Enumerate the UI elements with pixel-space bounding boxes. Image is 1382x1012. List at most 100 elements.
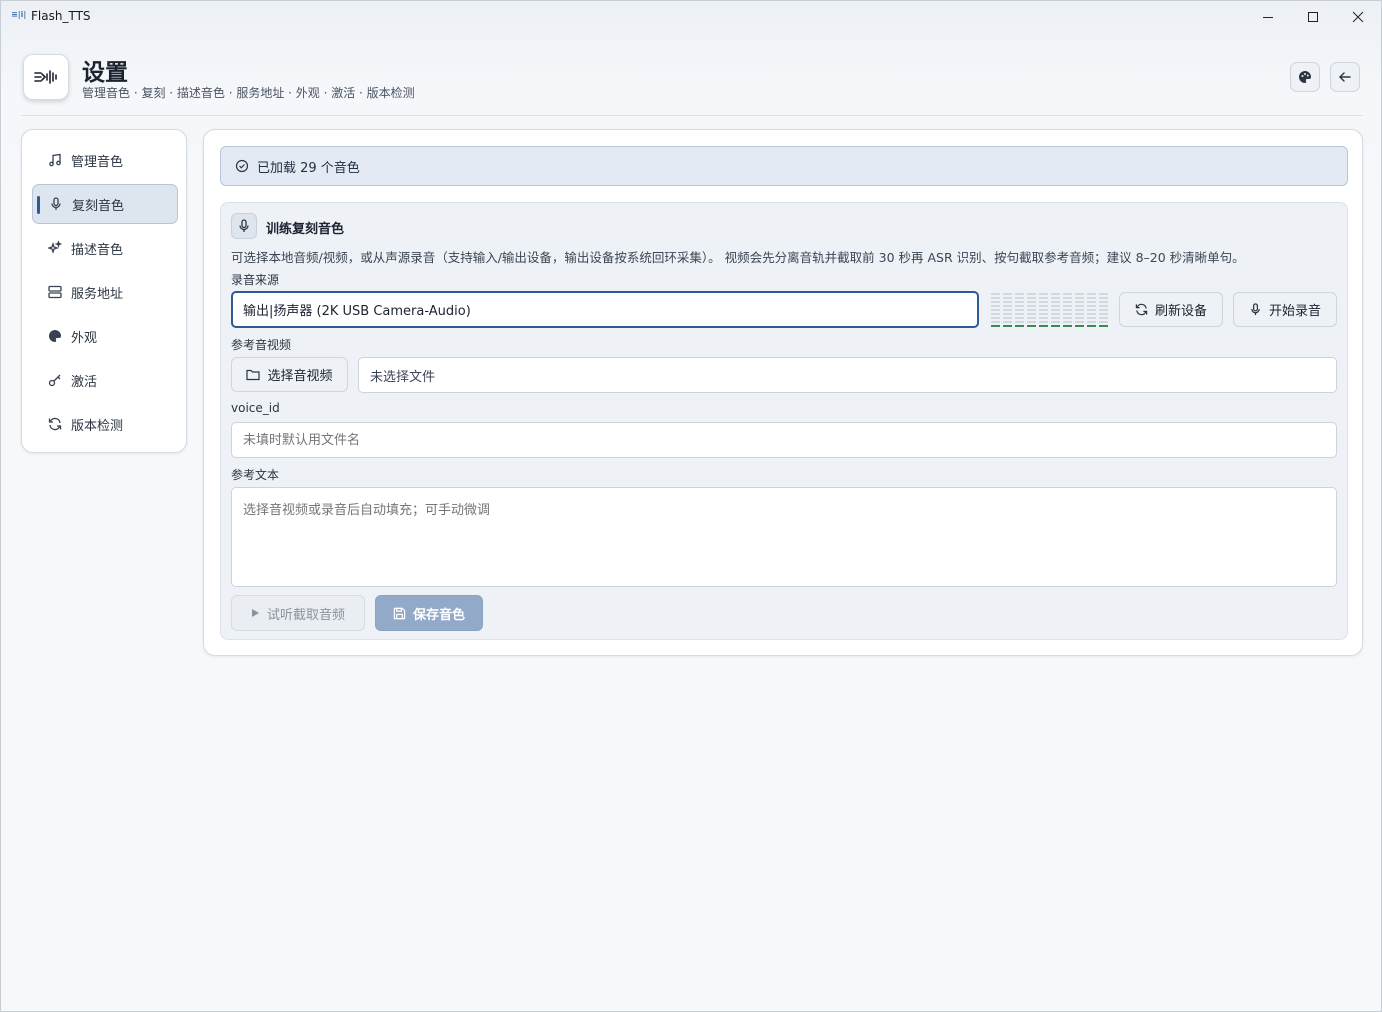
sidebar-item-appearance[interactable]: 外观 [32,316,178,356]
meter-segment [1099,313,1108,315]
meter-segment [1087,309,1096,311]
minimize-icon [1262,16,1273,18]
meter-segment [1087,313,1096,315]
meter-segment [991,325,1000,327]
folder-icon [246,369,261,381]
meter-segment [1051,313,1060,315]
main-panel: 已加载 29 个音色 训练复刻音色 可选择本地音频/视频，或从声源录音（支持输入… [203,129,1363,656]
meter-segment [1063,313,1072,315]
theme-button[interactable] [1290,62,1320,92]
meter-segment [1063,317,1072,319]
sidebar-item-label: 管理音色 [71,154,124,170]
card-title: 训练复刻音色 [266,222,345,237]
meter-segment [1039,321,1048,323]
sidebar-item-label: 版本检测 [71,418,124,434]
waveform-logo-icon [34,70,57,84]
meter-segment [1027,305,1036,307]
meter-segment [1063,301,1072,303]
ref-text-label: 参考文本 [231,468,280,482]
choose-media-button[interactable]: 选择音视频 [231,357,348,392]
recording-source-select[interactable]: 输出|扬声器 (2K USB Camera-Audio) [231,291,979,328]
meter-segment [1027,317,1036,319]
refresh-icon [1135,303,1148,316]
meter-segment [1075,313,1084,315]
sidebar-item-service-address[interactable]: 服务地址 [32,272,178,312]
meter-segment [1063,325,1072,327]
meter-segment [1015,313,1024,315]
save-voice-button[interactable]: 保存音色 [375,595,483,631]
meter-segment [1027,293,1036,295]
meter-segment [1051,325,1060,327]
meter-segment [1075,321,1084,323]
meter-segment [1015,325,1024,327]
meter-segment [1099,301,1108,303]
meter-segment [1087,293,1096,295]
sidebar-item-label: 描述音色 [71,242,124,258]
voice-id-input[interactable] [231,422,1337,458]
meter-segment [991,293,1000,295]
meter-segment [1087,297,1096,299]
start-recording-button[interactable]: 开始录音 [1233,292,1337,327]
sidebar-item-label: 服务地址 [71,286,124,302]
meter-segment [1039,313,1048,315]
meter-segment [1099,297,1108,299]
meter-segment [1075,317,1084,319]
meter-segment [1015,293,1024,295]
page-subtitle: 管理音色 · 复刻 · 描述音色 · 服务地址 · 外观 · 激活 · 版本检测 [82,86,415,100]
reference-text-area[interactable] [231,487,1337,587]
minimize-button[interactable] [1245,1,1290,32]
meter-segment [1051,305,1060,307]
meter-segment [1015,317,1024,319]
meter-segment [1051,297,1060,299]
meter-segment [1003,313,1012,315]
meter-segment [1027,297,1036,299]
meter-segment [991,309,1000,311]
meter-segment [1027,325,1036,327]
meter-segment [1099,321,1108,323]
app-logo [23,54,69,100]
clone-voice-card: 训练复刻音色 可选择本地音频/视频，或从声源录音（支持输入/输出设备，输出设备按… [220,202,1348,640]
meter-segment [1003,293,1012,295]
check-circle-icon [235,159,249,173]
meter-segment [1099,309,1108,311]
preview-clip-button[interactable]: 试听截取音频 [231,595,365,631]
meter-segment [1063,293,1072,295]
status-banner: 已加载 29 个音色 [220,146,1348,186]
meter-segment [1051,301,1060,303]
meter-segment [1075,325,1084,327]
title-bar: ≡|i| Flash_TTS [1,1,1381,32]
meter-segment [1063,309,1072,311]
meter-segment [1039,325,1048,327]
meter-segment [991,317,1000,319]
choose-media-label: 选择音视频 [267,369,333,384]
maximize-button[interactable] [1290,1,1335,32]
meter-segment [1075,301,1084,303]
selected-file-field: 未选择文件 [358,357,1337,393]
sidebar-item-describe-voice[interactable]: 描述音色 [32,228,178,268]
sidebar-item-clone-voice[interactable]: 复刻音色 [32,184,178,224]
meter-segment [1003,325,1012,327]
sidebar-item-version-check[interactable]: 版本检测 [32,404,178,444]
source-label: 录音来源 [231,273,280,287]
sidebar-item-manage-voices[interactable]: 管理音色 [32,140,178,180]
arrow-left-icon [1339,72,1351,82]
meter-segment [1015,305,1024,307]
server-icon [48,285,62,299]
close-button[interactable] [1335,1,1380,32]
back-button[interactable] [1330,62,1360,92]
refresh-devices-button[interactable]: 刷新设备 [1119,292,1223,327]
meter-segment [1075,293,1084,295]
meter-segment [1003,309,1012,311]
sidebar-item-activation[interactable]: 激活 [32,360,178,400]
meter-segment [1039,305,1048,307]
meter-segment [1099,325,1108,327]
ref-media-label: 参考音视频 [231,338,292,352]
meter-segment [1027,309,1036,311]
app-icon: ≡|i| [11,10,27,19]
palette-icon [48,329,62,343]
meter-segment [1075,305,1084,307]
meter-segment [1027,321,1036,323]
music-note-icon [48,153,62,167]
preview-clip-label: 试听截取音频 [266,607,345,623]
meter-segment [1087,325,1096,327]
